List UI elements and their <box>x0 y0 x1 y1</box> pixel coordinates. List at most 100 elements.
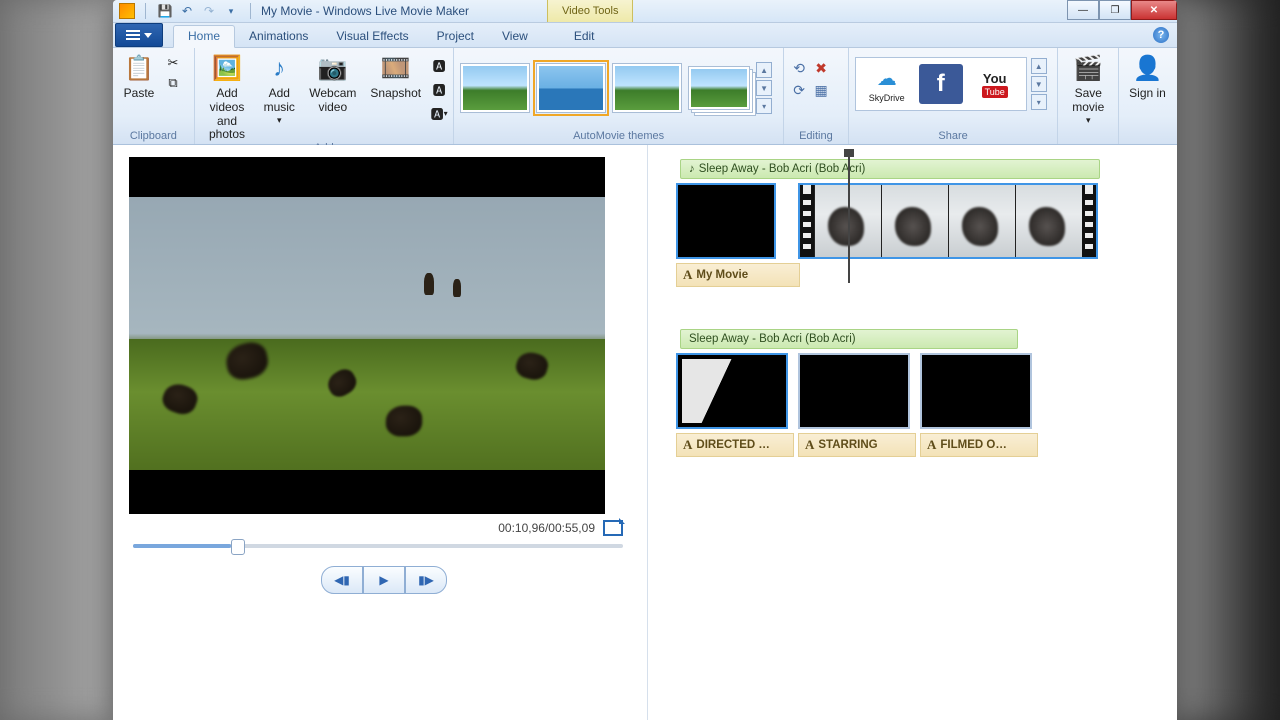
text-icon: A <box>683 437 692 453</box>
quick-access-toolbar: 💾 ↶ ↷ ▾ <box>141 3 255 19</box>
remove-icon[interactable]: ✖ <box>812 59 830 77</box>
group-label-themes: AutoMovie themes <box>460 130 777 144</box>
tab-animations[interactable]: Animations <box>235 26 322 47</box>
text-icon: A <box>683 267 692 283</box>
title-icon[interactable]: 🅰 <box>431 57 447 73</box>
theme-thumb-2[interactable] <box>536 63 606 113</box>
help-icon[interactable]: ? <box>1153 27 1169 43</box>
contextual-tab-video-tools[interactable]: Video Tools <box>547 0 633 22</box>
title-clip[interactable] <box>676 183 776 259</box>
qat-dropdown-icon[interactable]: ▾ <box>224 4 238 18</box>
credits-clip-1[interactable] <box>676 353 788 429</box>
sign-in-button[interactable]: 👤 Sign in <box>1125 51 1170 101</box>
rotate-left-icon[interactable]: ⟲ <box>790 59 808 77</box>
credits-caption-2[interactable]: ASTARRING <box>798 433 916 457</box>
credits-caption-3[interactable]: AFILMED O… <box>920 433 1038 457</box>
share-skydrive[interactable]: ☁ SkyDrive <box>860 62 914 106</box>
chevron-down-icon <box>144 33 152 38</box>
share-scroll-up-icon[interactable]: ▲ <box>1031 58 1047 74</box>
workspace: 00:10,96/00:55,09 ◀▮ ▶ ▮▶ ♪ Slee <box>113 145 1177 720</box>
storyboard-pane[interactable]: ♪ Sleep Away - Bob Acri (Bob Acri) <box>647 145 1177 720</box>
webcam-icon: 📷 <box>317 53 349 85</box>
playhead[interactable] <box>848 153 850 283</box>
playback-controls: ◀▮ ▶ ▮▶ <box>129 566 639 594</box>
redo-icon[interactable]: ↷ <box>202 4 216 18</box>
credits-icon[interactable]: 🅰 ▾ <box>431 105 447 121</box>
sign-in-icon: 👤 <box>1132 53 1164 85</box>
gallery-scroll-up-icon[interactable]: ▲ <box>756 62 772 78</box>
group-label-share: Share <box>855 130 1052 144</box>
copy-icon[interactable]: ⧉ <box>165 75 181 91</box>
tab-edit[interactable]: Edit <box>560 26 609 47</box>
theme-thumb-4[interactable] <box>688 66 750 110</box>
credits-caption-1[interactable]: ADIRECTED … <box>676 433 794 457</box>
playback-time: 00:10,96/00:55,09 <box>498 521 595 535</box>
gallery-scroll-down-icon[interactable]: ▼ <box>756 80 772 96</box>
seek-thumb[interactable] <box>231 539 245 555</box>
caption-track-1[interactable]: A My Movie <box>676 263 800 287</box>
group-label-editing: Editing <box>790 130 842 144</box>
skydrive-icon: ☁ <box>877 66 897 91</box>
rotate-right-icon[interactable]: ⟳ <box>790 81 808 99</box>
previous-frame-button[interactable]: ◀▮ <box>321 566 363 594</box>
facebook-icon: f <box>919 64 963 104</box>
text-icon: A <box>927 437 936 453</box>
music-note-icon: ♪ <box>689 163 695 175</box>
share-youtube[interactable]: You Tube <box>968 62 1022 106</box>
snapshot-button[interactable]: 🎞️ Snapshot <box>366 51 425 101</box>
theme-thumb-3[interactable] <box>612 63 682 113</box>
tab-project[interactable]: Project <box>423 26 488 47</box>
text-icon: A <box>805 437 814 453</box>
cut-icon[interactable]: ✂ <box>165 55 181 71</box>
share-more-icon[interactable]: ▾ <box>1031 94 1047 110</box>
audio-track-1[interactable]: ♪ Sleep Away - Bob Acri (Bob Acri) <box>680 159 1100 179</box>
video-frame <box>129 197 605 470</box>
video-clip-1[interactable] <box>798 183 1098 259</box>
caption-icon[interactable]: 🅰 <box>431 81 447 97</box>
credits-clip-2[interactable] <box>798 353 910 429</box>
snapshot-icon: 🎞️ <box>380 53 412 85</box>
seek-slider[interactable] <box>133 544 623 548</box>
save-movie-icon: 🎬 <box>1072 53 1104 85</box>
undo-icon[interactable]: ↶ <box>180 4 194 18</box>
audio-track-2[interactable]: Sleep Away - Bob Acri (Bob Acri) <box>680 329 1018 349</box>
play-button[interactable]: ▶ <box>363 566 405 594</box>
track-2: Sleep Away - Bob Acri (Bob Acri) ADIRECT… <box>676 329 1161 457</box>
clipboard-icon: 📋 <box>123 53 155 85</box>
chevron-down-icon: ▾ <box>444 109 448 118</box>
theme-thumb-1[interactable] <box>460 63 530 113</box>
maximize-button[interactable]: ❐ <box>1099 0 1131 20</box>
select-all-icon[interactable]: ▦ <box>812 81 830 99</box>
menu-icon <box>126 34 140 36</box>
save-icon[interactable]: 💾 <box>158 4 172 18</box>
close-button[interactable]: ✕ <box>1131 0 1177 20</box>
ribbon-tabstrip: Home Animations Visual Effects Project V… <box>113 23 1177 48</box>
add-videos-button[interactable]: 🖼️ Add videos and photos <box>201 51 254 142</box>
file-menu[interactable] <box>115 23 163 47</box>
group-label-clipboard: Clipboard <box>119 130 188 144</box>
app-icon <box>119 3 135 19</box>
add-music-button[interactable]: ♪ Add music ▾ <box>259 51 299 125</box>
gallery-more-icon[interactable]: ▾ <box>756 98 772 114</box>
photos-icon: 🖼️ <box>211 53 243 85</box>
paste-button[interactable]: 📋 Paste <box>119 51 159 101</box>
tab-home[interactable]: Home <box>173 25 235 48</box>
share-facebook[interactable]: f <box>914 62 968 106</box>
tab-view[interactable]: View <box>488 26 542 47</box>
youtube-icon: You Tube <box>970 71 1020 98</box>
next-frame-button[interactable]: ▮▶ <box>405 566 447 594</box>
music-note-icon: ♪ <box>263 53 295 85</box>
credits-clip-3[interactable] <box>920 353 1032 429</box>
tab-visual-effects[interactable]: Visual Effects <box>322 26 422 47</box>
webcam-video-button[interactable]: 📷 Webcam video <box>305 51 360 115</box>
track-1: ♪ Sleep Away - Bob Acri (Bob Acri) <box>676 159 1161 287</box>
window-title: My Movie - Windows Live Movie Maker <box>261 4 469 18</box>
preview-monitor[interactable] <box>129 157 605 514</box>
automovie-themes-gallery[interactable]: ▲ ▼ ▾ <box>460 51 772 119</box>
save-movie-button[interactable]: 🎬 Save movie ▾ <box>1064 51 1112 125</box>
minimize-button[interactable]: — <box>1067 0 1099 20</box>
titlebar: 💾 ↶ ↷ ▾ My Movie - Windows Live Movie Ma… <box>113 0 1177 23</box>
ribbon: 📋 Paste ✂ ⧉ Clipboard 🖼️ Add videos and … <box>113 48 1177 145</box>
fullscreen-icon[interactable] <box>603 520 623 536</box>
share-scroll-down-icon[interactable]: ▼ <box>1031 76 1047 92</box>
